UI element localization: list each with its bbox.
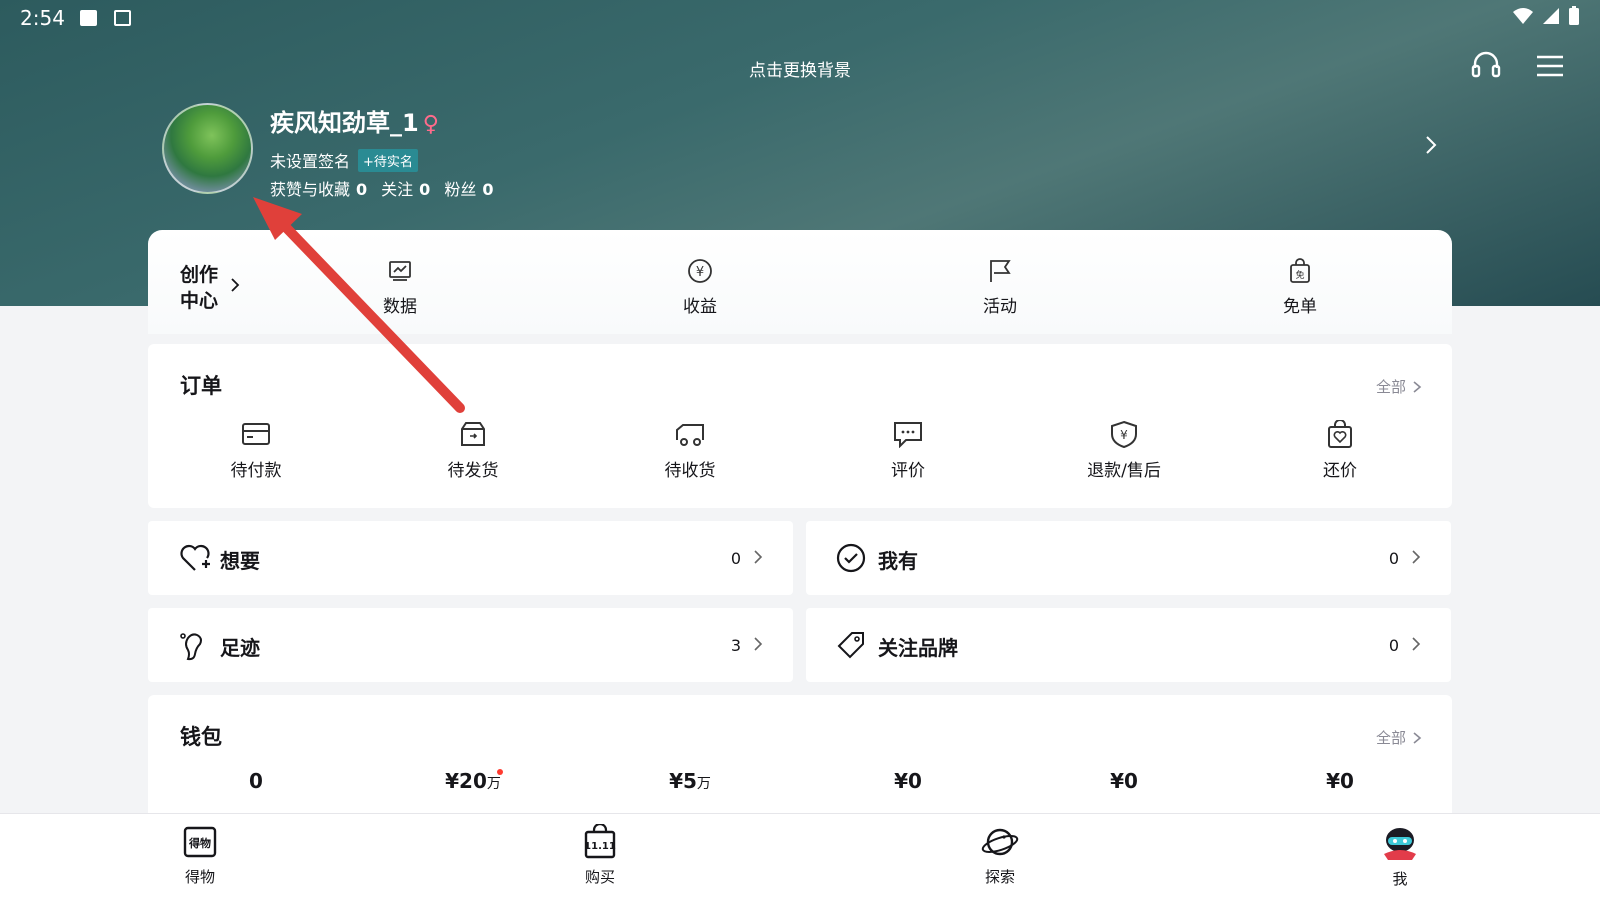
orders-card: 订单 全部 待付款 待发货 待收货 评价 ¥ 退款/售后 还价 — [148, 344, 1452, 508]
status-time: 2:54 — [20, 6, 65, 30]
profile-chevron-right-icon[interactable] — [1420, 134, 1442, 156]
verify-badge[interactable]: +待实名 — [358, 148, 418, 172]
dewu-logo-icon: 得物 — [183, 826, 217, 858]
wallet-item[interactable]: ¥0 — [1280, 769, 1400, 793]
box-icon — [461, 422, 485, 446]
wishlist-card[interactable]: 想要 0 — [148, 521, 793, 595]
chevron-right-icon — [1413, 380, 1422, 393]
menu-icon[interactable] — [1535, 48, 1565, 82]
wallet-all-link[interactable]: 全部 — [1376, 727, 1422, 748]
stat-likes[interactable]: 获赞与收藏 0 — [270, 176, 367, 200]
footprint-card[interactable]: 足迹 3 — [148, 608, 793, 682]
order-pending-receipt[interactable]: 待收货 — [630, 420, 750, 481]
order-refund[interactable]: ¥ 退款/售后 — [1064, 420, 1184, 481]
wallet-item[interactable]: ¥0 — [1064, 769, 1184, 793]
avatar[interactable] — [162, 103, 253, 194]
tab-explore[interactable]: 探索 — [950, 824, 1050, 887]
username[interactable]: 疾风知劲草_1 ♀ — [270, 103, 439, 138]
a-icon — [114, 10, 131, 26]
wallet-item[interactable]: ¥5万 — [630, 769, 750, 793]
wallet-item[interactable]: ¥20万 — [413, 769, 533, 793]
stat-following[interactable]: 关注 0 — [381, 176, 430, 200]
truck-icon — [676, 424, 704, 446]
creator-center-title[interactable]: 创作中心 — [180, 262, 224, 314]
image-icon — [80, 10, 97, 26]
headset-icon[interactable] — [1469, 48, 1503, 82]
creator-data[interactable]: 数据 — [340, 258, 460, 317]
svg-text:11.11: 11.11 — [584, 841, 616, 852]
chevron-right-icon — [754, 550, 763, 564]
svg-text:得物: 得物 — [188, 836, 211, 850]
wallet-title: 钱包 — [180, 725, 222, 749]
bag-heart-icon — [1328, 420, 1352, 448]
bottom-tab-bar: 得物 得物 11.11 购买 探索 我 — [0, 813, 1600, 900]
followed-brands-card[interactable]: 关注品牌 0 — [806, 608, 1451, 682]
creator-free-order[interactable]: 免 免单 — [1240, 258, 1360, 317]
tab-dewu[interactable]: 得物 得物 — [150, 824, 250, 887]
creator-activity[interactable]: 活动 — [940, 258, 1060, 317]
footprint-icon — [180, 633, 202, 661]
notification-dot — [497, 769, 503, 775]
gender-female-icon: ♀ — [422, 112, 439, 137]
chevron-right-icon — [1413, 731, 1422, 744]
shield-yuan-icon: ¥ — [1111, 420, 1137, 448]
flag-icon — [990, 260, 1011, 282]
chevron-right-icon — [754, 637, 763, 651]
avatar-mascot-icon — [1384, 828, 1416, 860]
chevron-right-icon[interactable] — [228, 276, 242, 294]
stat-fans[interactable]: 粉丝 0 — [444, 176, 493, 200]
owned-card[interactable]: 我有 0 — [806, 521, 1451, 595]
heart-plus-icon — [180, 544, 210, 571]
signal-icon — [1543, 8, 1559, 24]
chevron-right-icon — [1412, 637, 1421, 651]
svg-text:¥: ¥ — [696, 265, 704, 280]
wallet-icon — [242, 423, 270, 445]
order-pending-payment[interactable]: 待付款 — [196, 420, 316, 481]
creator-earnings[interactable]: ¥ 收益 — [640, 258, 760, 317]
chart-icon — [389, 261, 411, 281]
wallet-item[interactable]: ¥0 — [848, 769, 968, 793]
orders-title: 订单 — [180, 374, 222, 398]
profile-stats: 获赞与收藏 0 关注 0 粉丝 0 — [270, 176, 493, 200]
wifi-icon — [1513, 8, 1533, 24]
change-background-hint[interactable]: 点击更换背景 — [700, 56, 900, 81]
tab-me[interactable]: 我 — [1350, 824, 1450, 889]
svg-text:免: 免 — [1295, 269, 1304, 281]
tag-icon — [837, 632, 864, 659]
free-bag-icon: 免 — [1290, 258, 1310, 283]
signature-row[interactable]: 未设置签名 +待实名 — [270, 148, 418, 172]
signature-text: 未设置签名 — [270, 152, 351, 171]
yuan-circle-icon: ¥ — [688, 259, 712, 283]
svg-text:¥: ¥ — [1120, 428, 1128, 442]
check-circle-icon — [836, 543, 866, 573]
order-review[interactable]: 评价 — [848, 420, 968, 481]
chevron-right-icon — [1412, 550, 1421, 564]
creator-center-card: 创作中心 数据 ¥ 收益 活动 免 免单 — [148, 230, 1452, 334]
order-pending-shipment[interactable]: 待发货 — [413, 420, 533, 481]
wallet-item[interactable]: 0 — [196, 769, 316, 793]
username-text: 疾风知劲草_1 — [270, 109, 419, 137]
orders-all-link[interactable]: 全部 — [1376, 376, 1422, 397]
comment-icon — [894, 422, 922, 448]
tab-buy[interactable]: 11.11 购买 — [550, 824, 650, 887]
shopping-bag-1111-icon: 11.11 — [584, 824, 616, 859]
order-counter-offer[interactable]: 还价 — [1280, 420, 1400, 481]
planet-icon — [981, 828, 1019, 856]
status-bar: 2:54 — [0, 0, 1600, 38]
battery-icon — [1569, 6, 1579, 25]
